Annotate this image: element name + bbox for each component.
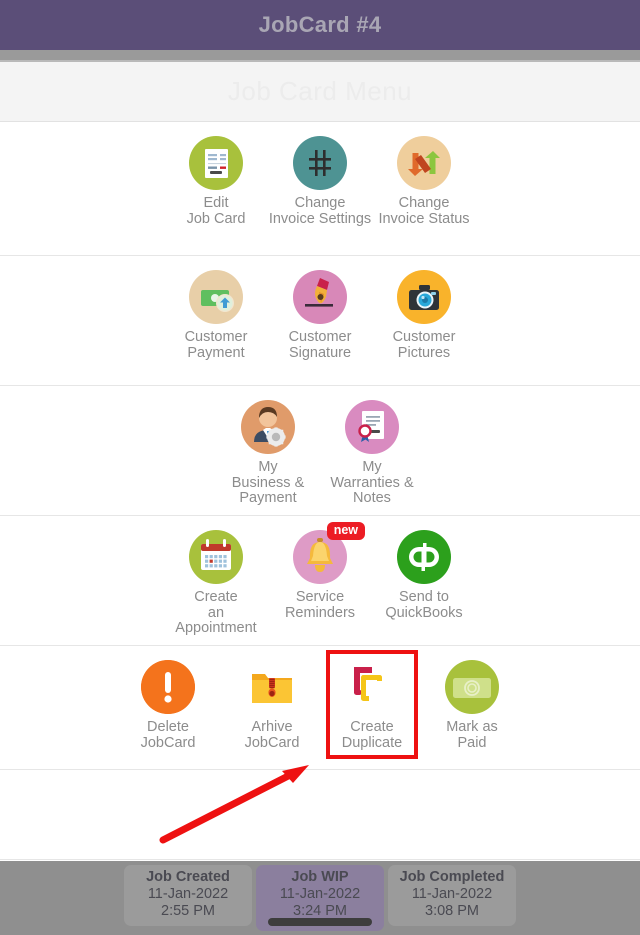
icon-wrap: new [293, 522, 365, 584]
home-indicator[interactable] [268, 918, 372, 926]
footer-card-title: Job Created [146, 869, 230, 885]
icon-wrap [293, 270, 347, 324]
icon-wrap [293, 136, 347, 190]
row-jobcard-ops: Delete JobCard Arhive JobCard Create Dupli… [0, 646, 640, 770]
icon-wrap [397, 530, 451, 584]
menu-tile-send-to-quickbooks[interactable]: Send to QuickBooks [372, 530, 476, 621]
calendar-icon [189, 530, 243, 584]
menu-tile-label: Arhive JobCard [244, 719, 300, 751]
menu-tile-label: Send to QuickBooks [385, 589, 463, 621]
menu-tile-change-invoice-settings[interactable]: Change Invoice Settings [268, 136, 372, 227]
menu-tile-label: Service Reminders [284, 589, 356, 621]
fountain-pen-icon [293, 270, 347, 324]
menu-tile-change-invoice-status[interactable]: Change Invoice Status [372, 136, 476, 227]
menu-tile-my-warranties-notes[interactable]: My Warranties & Notes [320, 400, 424, 507]
menu-tile-label: Change Invoice Status [378, 195, 470, 227]
row-actions: Create an Appointment new Service Reminder… [0, 516, 640, 646]
quickbooks-icon [397, 530, 451, 584]
document-edit-icon [189, 136, 243, 190]
menu-tile-mark-as-paid[interactable]: Mark as Paid [420, 660, 524, 751]
menu-tile-arhive-jobcard[interactable]: Arhive JobCard [220, 660, 324, 751]
menu-tile-delete-jobcard[interactable]: Delete JobCard [116, 660, 220, 751]
two-arrows-icon [397, 136, 451, 190]
menu-tile-label: My Warranties & Notes [330, 459, 414, 506]
menu-tile-label: Create Duplicate [341, 719, 403, 751]
icon-wrap [189, 530, 243, 584]
footer-card-job-completed[interactable]: Job Completed 11-Jan-2022 3:08 PM [388, 865, 516, 926]
page-title: JobCard #4 [258, 12, 382, 37]
menu-header: Job Card Menu [0, 62, 640, 122]
footer-card-job-wip[interactable]: Job WIP 11-Jan-2022 3:24 PM [256, 865, 384, 931]
footer-card-time: 2:55 PM [161, 903, 215, 919]
icon-wrap [141, 660, 195, 714]
row-invoice: Edit Job Card Change Invoice Settings Chan… [0, 122, 640, 256]
menu-tile-customer-pictures[interactable]: Customer Pictures [372, 270, 476, 361]
footer-card-title: Job WIP [291, 869, 349, 885]
money-arrow-icon [189, 270, 243, 324]
footer-card-job-created[interactable]: Job Created 11-Jan-2022 2:55 PM [124, 865, 252, 926]
icon-wrap [241, 400, 295, 454]
icon-wrap [245, 660, 299, 714]
menu-header-title: Job Card Menu [227, 76, 413, 106]
menu-tile-label: My Business & Payment [231, 459, 305, 506]
menu-tile-label: Customer Pictures [392, 329, 456, 361]
titlebar-divider [0, 50, 640, 60]
icon-wrap [189, 270, 243, 324]
menu-tile-create-an-appointment[interactable]: Create an Appointment [164, 530, 268, 637]
title-bar: JobCard #4 [0, 0, 640, 50]
certificate-icon [345, 400, 399, 454]
job-status-footer: Job Created 11-Jan-2022 2:55 PM Job WIP 11-J… [0, 861, 640, 935]
zip-folder-icon [245, 660, 299, 714]
icon-wrap [345, 660, 399, 714]
row-customer: Customer Payment Customer Signature Custom… [0, 256, 640, 386]
menu-tile-service-reminders[interactable]: new Service Reminders [268, 522, 372, 621]
footer-card-date: 11-Jan-2022 [147, 886, 229, 902]
icon-wrap [189, 136, 243, 190]
menu-tile-customer-payment[interactable]: Customer Payment [164, 270, 268, 361]
menu-tile-label: Customer Signature [288, 329, 352, 361]
businessman-gear-icon [241, 400, 295, 454]
menu-tile-label: Delete JobCard [140, 719, 196, 751]
menu-tile-customer-signature[interactable]: Customer Signature [268, 270, 372, 361]
menu-tile-label: Change Invoice Settings [268, 195, 372, 227]
icon-wrap [397, 270, 451, 324]
menu-rows: Edit Job Card Change Invoice Settings Chan… [0, 122, 640, 860]
menu-tile-label: Customer Payment [184, 329, 248, 361]
footer-card-date: 11-Jan-2022 [411, 886, 493, 902]
exclamation-circle-icon [141, 660, 195, 714]
banknote-icon [445, 660, 499, 714]
menu-tile-my-business-payment[interactable]: My Business & Payment [216, 400, 320, 507]
menu-tile-label: Edit Job Card [186, 195, 246, 227]
app-screen: JobCard #4 Job Card Menu Edit Job Card Ch… [0, 0, 640, 935]
footer-card-title: Job Completed [399, 869, 505, 885]
footer-card-date: 11-Jan-2022 [279, 886, 361, 902]
menu-tile-label: Create an Appointment [175, 589, 257, 636]
icon-wrap [397, 136, 451, 190]
footer-card-time: 3:08 PM [425, 903, 479, 919]
new-badge: new [326, 522, 365, 540]
copy-stack-icon [345, 660, 399, 714]
hash-grid-icon [293, 136, 347, 190]
menu-tile-edit-job-card[interactable]: Edit Job Card [164, 136, 268, 227]
menu-tile-label: Mark as Paid [446, 719, 498, 751]
menu-tile-create-duplicate[interactable]: Create Duplicate [326, 650, 418, 759]
empty-row [0, 770, 640, 860]
camera-icon [397, 270, 451, 324]
icon-wrap [445, 660, 499, 714]
row-my: My Business & Payment My Warranties & Not… [0, 386, 640, 516]
icon-wrap [345, 400, 399, 454]
